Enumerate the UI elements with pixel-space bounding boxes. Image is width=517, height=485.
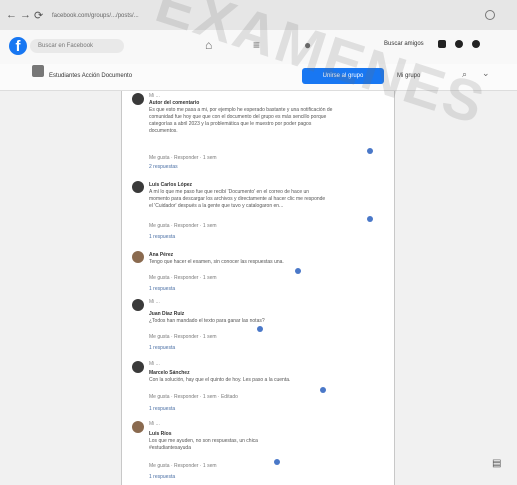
apps-icon[interactable]: [438, 40, 446, 48]
view-replies-link[interactable]: 1 respuesta: [149, 286, 175, 292]
comment-text: ¿Todos han mandado el texto para ganar l…: [149, 318, 374, 325]
comment-actions[interactable]: Me gusta · Responder · 1 sem: [149, 334, 217, 340]
group-name[interactable]: Estudiantes Acción Documento: [49, 73, 132, 79]
view-replies-link[interactable]: 2 respuestas: [149, 164, 178, 170]
comment-actions[interactable]: Me gusta · Responder · 1 sem: [149, 463, 217, 469]
view-replies-link[interactable]: 1 respuesta: [149, 406, 175, 412]
comment-line: Tengo que hacer el examen, sin conocer l…: [149, 259, 284, 265]
avatar[interactable]: [132, 181, 144, 193]
reaction-icon[interactable]: [367, 216, 373, 222]
comment-text: Los que me ayuden, no son respuestas, un…: [149, 438, 374, 452]
comment-line: comunidad fue hoy que que con el documen…: [149, 114, 327, 120]
comment-line: Con la solución, hay que el quinto de ho…: [149, 377, 291, 383]
comment-author[interactable]: Marcelo Sánchez: [149, 370, 190, 376]
view-replies-link[interactable]: 1 respuesta: [149, 474, 175, 480]
comment-line: categorías a abril 2023 y la problemátic…: [149, 121, 312, 127]
avatar[interactable]: [132, 251, 144, 263]
reaction-icon[interactable]: [367, 148, 373, 154]
comment-text: Con la solución, hay que el quinto de ho…: [149, 377, 374, 384]
comments-feed: Mi ... Autor del comentario Es que esto …: [121, 91, 395, 485]
comment-actions[interactable]: Me gusta · Responder · 1 sem · Editado: [149, 394, 238, 400]
comment-line: #estudiantesayuda: [149, 445, 191, 451]
comment-actions[interactable]: Me gusta · Responder · 1 sem: [149, 275, 217, 281]
comment-author[interactable]: Luis Carlos López: [149, 182, 192, 188]
notifications-icon[interactable]: [472, 40, 480, 48]
reaction-icon[interactable]: [274, 459, 280, 465]
comment-actions[interactable]: Me gusta · Responder · 1 sem: [149, 223, 217, 229]
comment-line: momento para descargar los archivos y di…: [149, 196, 326, 202]
reaction-icon[interactable]: [257, 326, 263, 332]
comment-author[interactable]: Juan Díaz Ruiz: [149, 311, 184, 317]
extension-icon[interactable]: [485, 10, 495, 20]
reaction-icon[interactable]: [320, 387, 326, 393]
comment-line: Es que esto me pasa a mi, por ejemplo he…: [149, 107, 333, 113]
comment-meta: Mi ...: [149, 361, 160, 367]
view-replies-link[interactable]: 1 respuesta: [149, 345, 175, 351]
forward-icon[interactable]: →: [20, 9, 31, 21]
avatar[interactable]: [132, 421, 144, 433]
comment-text: A mí lo que me paso fue que recibí 'Docu…: [149, 189, 374, 210]
comment-author[interactable]: Luis Ríos: [149, 431, 172, 437]
avatar[interactable]: [132, 299, 144, 311]
compose-icon[interactable]: ▤: [492, 458, 504, 470]
comment-meta: Mi ...: [149, 421, 160, 427]
comment-actions[interactable]: Me gusta · Responder · 1 sem: [149, 155, 217, 161]
reload-icon[interactable]: ⟳: [34, 9, 43, 22]
comment-line: ¿Todos han mandado el texto para ganar l…: [149, 318, 265, 324]
messenger-icon[interactable]: [455, 40, 463, 48]
comment-line: el 'Cuidador' después a la gente que tuv…: [149, 203, 284, 209]
comment-meta: Mi ...: [149, 93, 160, 99]
facebook-logo-icon[interactable]: f: [9, 37, 27, 55]
comment-author[interactable]: Ana Pérez: [149, 252, 173, 258]
back-icon[interactable]: ←: [6, 9, 17, 21]
comment-meta: Mi ...: [149, 299, 160, 305]
search-input[interactable]: Buscar en Facebook: [30, 39, 124, 53]
reaction-icon[interactable]: [295, 268, 301, 274]
avatar[interactable]: [132, 361, 144, 373]
comment-author[interactable]: Autor del comentario: [149, 100, 199, 106]
comment-text: Es que esto me pasa a mi, por ejemplo he…: [149, 107, 374, 135]
group-avatar[interactable]: [32, 65, 44, 77]
comment-line: Los que me ayuden, no son respuestas, un…: [149, 438, 258, 444]
avatar[interactable]: [132, 93, 144, 105]
comment-text: Tengo que hacer el examen, sin conocer l…: [149, 259, 374, 266]
comment-line: documentos.: [149, 128, 178, 134]
comment-line: A mí lo que me paso fue que recibí 'Docu…: [149, 189, 310, 195]
view-replies-link[interactable]: 1 respuesta: [149, 234, 175, 240]
